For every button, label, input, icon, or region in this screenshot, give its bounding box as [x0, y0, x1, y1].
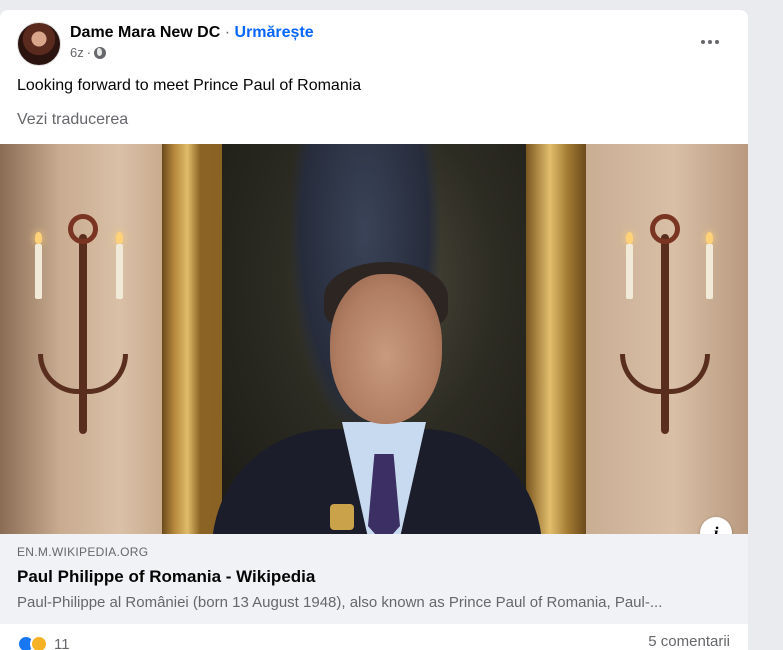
- separator: ·: [225, 24, 230, 41]
- see-translation-link[interactable]: Vezi traducerea: [17, 111, 128, 129]
- more-dot-icon: [708, 40, 712, 44]
- follow-button[interactable]: Urmărește: [235, 24, 314, 41]
- post-footer: 11 5 comentarii: [0, 624, 748, 650]
- post-card: Dame Mara New DC · Urmărește 6z · Lookin…: [0, 10, 748, 650]
- link-domain: EN.M.WIKIPEDIA.ORG: [17, 545, 148, 559]
- globe-icon[interactable]: [94, 47, 106, 59]
- avatar[interactable]: [17, 22, 61, 66]
- post-text: Looking forward to meet Prince Paul of R…: [17, 77, 361, 95]
- person-brooch: [330, 504, 354, 530]
- author-line: Dame Mara New DC · Urmărește: [70, 23, 314, 43]
- left-wall-sconce: [28, 204, 138, 434]
- person-face: [330, 274, 442, 424]
- link-preview[interactable]: EN.M.WIKIPEDIA.ORG Paul Philippe of Roma…: [0, 534, 748, 624]
- post-time[interactable]: 6z: [70, 45, 84, 60]
- reactions-summary[interactable]: 11: [17, 635, 70, 650]
- reaction-count: 11: [54, 636, 70, 650]
- link-preview-image[interactable]: i: [0, 144, 748, 534]
- painting-frame-edge: [526, 144, 586, 534]
- link-title[interactable]: Paul Philippe of Romania - Wikipedia: [17, 567, 315, 587]
- haha-reaction-icon: [30, 635, 48, 650]
- right-wall-sconce: [610, 204, 720, 434]
- link-description: Paul-Philippe al României (born 13 Augus…: [17, 594, 662, 611]
- author-name[interactable]: Dame Mara New DC: [70, 24, 220, 41]
- post-meta: 6z ·: [70, 45, 314, 60]
- more-dot-icon: [715, 40, 719, 44]
- header-text: Dame Mara New DC · Urmărește 6z ·: [70, 23, 314, 60]
- more-dot-icon: [701, 40, 705, 44]
- more-options-button[interactable]: [692, 32, 728, 52]
- post-header: Dame Mara New DC · Urmărește 6z ·: [17, 22, 314, 66]
- meta-dot: ·: [87, 45, 91, 60]
